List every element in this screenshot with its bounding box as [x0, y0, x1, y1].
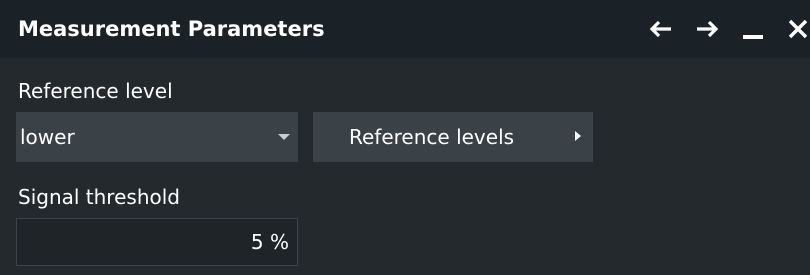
- arrow-right-icon[interactable]: [692, 14, 722, 44]
- minimize-icon[interactable]: [738, 14, 768, 44]
- submenu-arrow-icon: [575, 131, 581, 141]
- signal-threshold-label: Signal threshold: [18, 185, 180, 209]
- measurement-parameters-dialog: Measurement Parameters Reference level l…: [0, 0, 810, 275]
- reference-level-value: lower: [20, 125, 75, 149]
- dialog-title: Measurement Parameters: [18, 17, 325, 41]
- reference-level-select[interactable]: lower: [16, 112, 298, 162]
- signal-threshold-input[interactable]: 5 %: [16, 218, 298, 266]
- arrow-left-icon[interactable]: [646, 14, 676, 44]
- chevron-down-icon: [278, 134, 290, 140]
- signal-threshold-value: 5 %: [250, 230, 289, 254]
- reference-levels-button-label: Reference levels: [349, 125, 515, 149]
- reference-levels-button[interactable]: Reference levels: [313, 112, 593, 162]
- close-icon[interactable]: [784, 14, 810, 44]
- reference-level-label: Reference level: [18, 79, 173, 103]
- dialog-titlebar[interactable]: Measurement Parameters: [0, 0, 810, 58]
